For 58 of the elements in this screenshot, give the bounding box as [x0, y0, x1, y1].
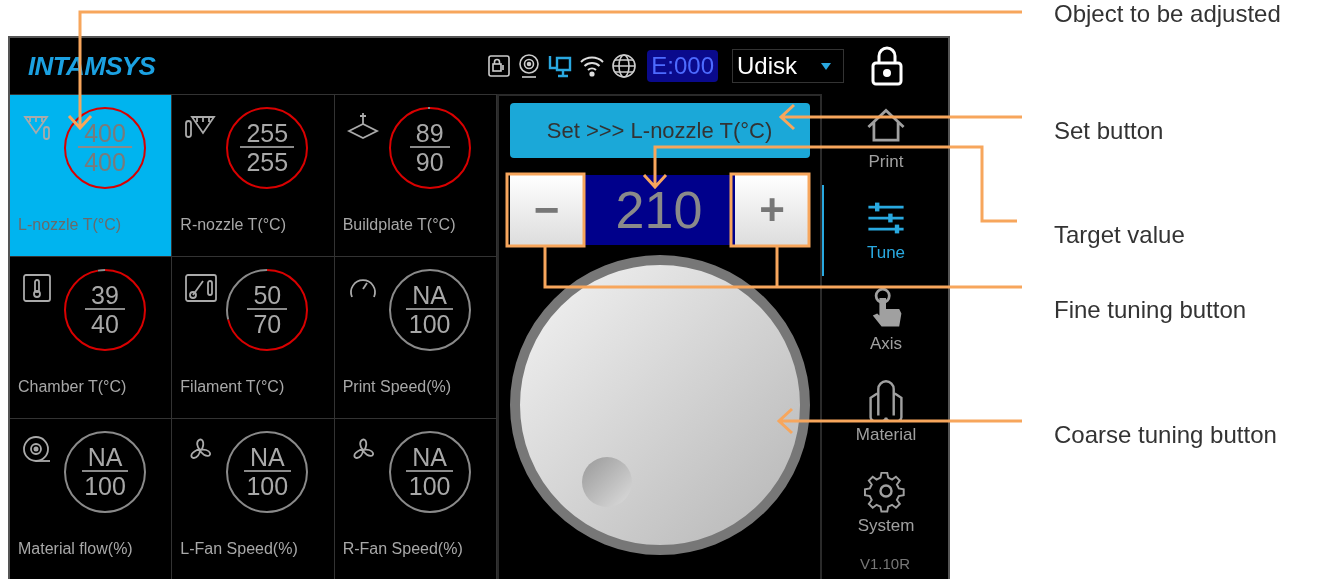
target-value: 100 — [408, 310, 451, 338]
target-value: 100 — [408, 472, 451, 500]
target-value: 100 — [246, 472, 289, 500]
target-value: 70 — [253, 310, 282, 338]
nav-tab[interactable]: Material — [822, 367, 948, 458]
tile-label: Chamber T(°C) — [18, 377, 128, 397]
callout-label: Set button — [1054, 117, 1165, 145]
tile-label: L-Fan Speed(%) — [180, 539, 299, 559]
tile[interactable]: 255 255 R-nozzle T(°C) — [172, 95, 335, 257]
current-value: NA — [406, 282, 453, 310]
heated-plate-icon — [346, 111, 381, 141]
tile-label: Material flow(%) — [18, 539, 134, 559]
caret-down-icon — [821, 62, 831, 70]
storage-dropdown[interactable]: Udisk — [732, 49, 844, 83]
callout-label: Fine tuning button — [1054, 296, 1248, 324]
current-value: 39 — [85, 282, 125, 310]
tile-label: Print Speed(%) — [342, 377, 453, 397]
screen-lock-icon[interactable] — [487, 54, 512, 78]
nav-tab[interactable]: Axis — [822, 276, 948, 367]
error-code: E:000 — [647, 50, 718, 82]
target-value: 255 — [246, 148, 289, 176]
callout-label: Coarse tuning button — [1054, 421, 1278, 449]
nav-tab[interactable]: System — [822, 458, 948, 549]
version-label: V1.10R — [859, 554, 910, 574]
callout-label: Target value — [1054, 221, 1186, 249]
set-button[interactable]: Set >>> L-nozzle T(°C) — [509, 103, 810, 158]
tile[interactable]: 89 90 Buildplate T(°C) — [334, 95, 497, 257]
target-value: 100 — [84, 472, 126, 500]
tile-label: Filament T(°C) — [180, 377, 286, 397]
tile-label: R-nozzle T(°C) — [180, 215, 287, 235]
network-icon[interactable] — [547, 53, 574, 79]
target-value: 400 — [84, 148, 126, 176]
lock-icon[interactable] — [870, 46, 904, 86]
wifi-icon[interactable] — [579, 54, 606, 78]
tile-label: L-nozzle T(°C) — [18, 215, 122, 235]
increment-button[interactable]: + — [734, 175, 810, 245]
current-value: 50 — [247, 282, 288, 310]
filament-thermometer-icon — [184, 273, 219, 303]
nav-tab[interactable]: Tune — [822, 185, 948, 276]
target-value: 90 — [415, 148, 444, 176]
tile[interactable]: 50 70 Filament T(°C) — [172, 257, 335, 419]
globe-icon[interactable] — [611, 53, 638, 79]
callout-label: Object to be adjusted — [1054, 0, 1281, 28]
tile-label: Buildplate T(°C) — [342, 215, 457, 235]
current-value: NA — [406, 444, 453, 472]
tile-label: R-Fan Speed(%) — [342, 539, 464, 559]
nav-tab[interactable]: Print — [822, 94, 948, 185]
current-value: 400 — [78, 120, 132, 148]
webcam-icon[interactable] — [517, 53, 542, 79]
tile[interactable]: NA 100 Print Speed(%) — [334, 257, 497, 419]
tile[interactable]: 39 40 Chamber T(°C) — [10, 257, 173, 419]
current-value: NA — [81, 444, 129, 472]
target-value: 40 — [91, 310, 119, 338]
current-value: NA — [243, 444, 291, 472]
current-value: 89 — [409, 120, 450, 148]
target-value: 210 — [583, 175, 735, 245]
decrement-button[interactable]: − — [509, 175, 584, 245]
current-value: 255 — [240, 120, 295, 148]
